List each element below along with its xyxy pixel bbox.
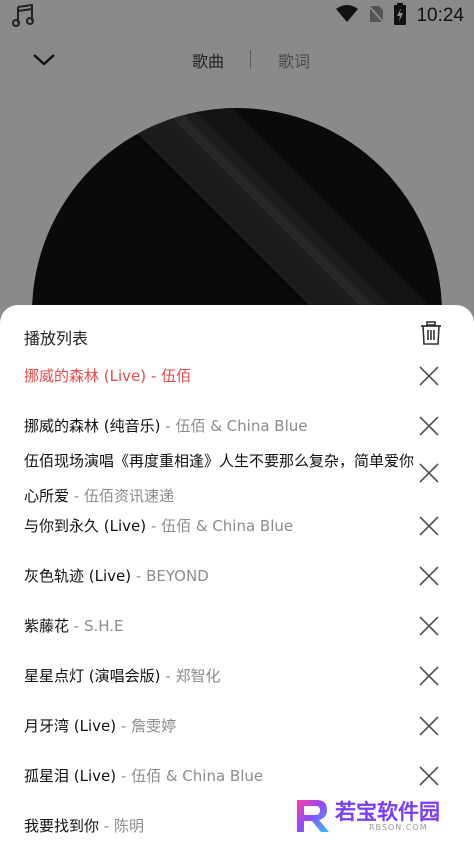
song-artist: 伍佰资讯速递 xyxy=(83,487,174,505)
status-bar: 10:24 xyxy=(0,0,474,32)
watermark-logo: 若宝软件园 RBSON.COM xyxy=(291,796,466,836)
close-icon xyxy=(419,463,439,483)
playlist-item[interactable]: 与你到永久 (Live) - 伍佰 & China Blue xyxy=(24,510,450,543)
watermark-subtitle: RBSON.COM xyxy=(369,823,428,832)
remove-item-button[interactable] xyxy=(418,615,440,637)
playlist-item[interactable]: 月牙湾 (Live) - 詹雯婷 xyxy=(24,710,450,743)
song-artist: S.H.E xyxy=(83,617,124,635)
song-artist: 陈明 xyxy=(113,817,144,835)
playlist-item[interactable]: 孤星泪 (Live) - 伍佰 & China Blue xyxy=(24,760,450,793)
collapse-button[interactable] xyxy=(28,46,60,74)
playlist-item[interactable]: 伍佰现场演唱《再度重相逢》人生不要那么复杂，简单爱你心所爱 - 伍佰资讯速递 xyxy=(24,444,414,514)
chevron-down-icon xyxy=(33,54,55,66)
tab-divider xyxy=(250,50,251,68)
remove-item-button[interactable] xyxy=(418,565,440,587)
close-icon xyxy=(419,416,439,436)
remove-item-button[interactable] xyxy=(418,365,440,387)
clear-playlist-button[interactable] xyxy=(420,321,444,347)
song-artist: 伍佰 & China Blue xyxy=(161,517,294,535)
song-separator: - xyxy=(116,717,132,735)
no-sim-icon xyxy=(367,4,386,28)
song-title: 与你到永久 (Live) xyxy=(24,517,147,535)
playlist-title: 播放列表 xyxy=(24,329,89,348)
song-artist: BEYOND xyxy=(146,567,209,585)
playlist-item[interactable]: 我要找到你 - 陈明 xyxy=(24,810,264,842)
song-separator: - xyxy=(99,817,114,835)
playlist-sheet: 播放列表 挪威的森林 (Live) - 伍佰 挪威的森林 (纯音乐) - 伍佰 … xyxy=(0,305,474,842)
song-separator: - xyxy=(131,567,147,585)
tab-song[interactable]: 歌曲 xyxy=(192,48,224,72)
remove-item-button[interactable] xyxy=(418,462,440,484)
song-separator: - xyxy=(160,417,176,435)
battery-charging-icon xyxy=(394,3,407,29)
song-title: 紫藤花 xyxy=(24,617,70,635)
song-title: 月牙湾 (Live) xyxy=(24,717,117,735)
song-title: 孤星泪 (Live) xyxy=(24,767,117,785)
remove-item-button[interactable] xyxy=(418,765,440,787)
status-time: 10:24 xyxy=(416,5,464,26)
remove-item-button[interactable] xyxy=(418,715,440,737)
song-artist: 伍佰 & China Blue xyxy=(175,417,308,435)
close-icon xyxy=(419,616,439,636)
playlist-item[interactable]: 紫藤花 - S.H.E xyxy=(24,610,450,643)
remove-item-button[interactable] xyxy=(418,515,440,537)
song-separator: - xyxy=(160,667,176,685)
close-icon xyxy=(419,716,439,736)
song-separator: - xyxy=(146,517,162,535)
song-title: 挪威的森林 (纯音乐) xyxy=(24,417,161,435)
close-icon xyxy=(419,366,439,386)
song-title: 我要找到你 xyxy=(24,817,100,835)
playlist-item[interactable]: 挪威的森林 (纯音乐) - 伍佰 & China Blue xyxy=(24,410,450,443)
playlist-item[interactable]: 灰色轨迹 (Live) - BEYOND xyxy=(24,560,450,593)
wifi-icon xyxy=(336,5,359,27)
remove-item-button[interactable] xyxy=(418,415,440,437)
song-artist: 郑智化 xyxy=(175,667,221,685)
playlist-item[interactable]: 星星点灯 (演唱会版) - 郑智化 xyxy=(24,660,450,693)
song-separator: - xyxy=(69,617,84,635)
close-icon xyxy=(419,566,439,586)
song-separator: - xyxy=(146,367,162,385)
song-artist: 詹雯婷 xyxy=(131,717,177,735)
tab-lyrics[interactable]: 歌词 xyxy=(278,48,310,72)
song-title: 挪威的森林 (Live) xyxy=(24,367,147,385)
close-icon xyxy=(419,516,439,536)
player-topbar: 歌曲 歌词 xyxy=(0,36,474,86)
close-icon xyxy=(419,666,439,686)
song-title: 星星点灯 (演唱会版) xyxy=(24,667,161,685)
song-separator: - xyxy=(116,767,132,785)
song-separator: - xyxy=(69,487,84,505)
song-artist: 伍佰 & China Blue xyxy=(131,767,264,785)
song-artist: 伍佰 xyxy=(161,367,192,385)
song-title: 灰色轨迹 (Live) xyxy=(24,567,132,585)
remove-item-button[interactable] xyxy=(418,665,440,687)
watermark-title: 若宝软件园 xyxy=(335,800,440,824)
music-note-icon xyxy=(12,3,34,32)
trash-icon xyxy=(421,321,441,345)
close-icon xyxy=(419,766,439,786)
playlist-item[interactable]: 挪威的森林 (Live) - 伍佰 xyxy=(24,360,450,393)
